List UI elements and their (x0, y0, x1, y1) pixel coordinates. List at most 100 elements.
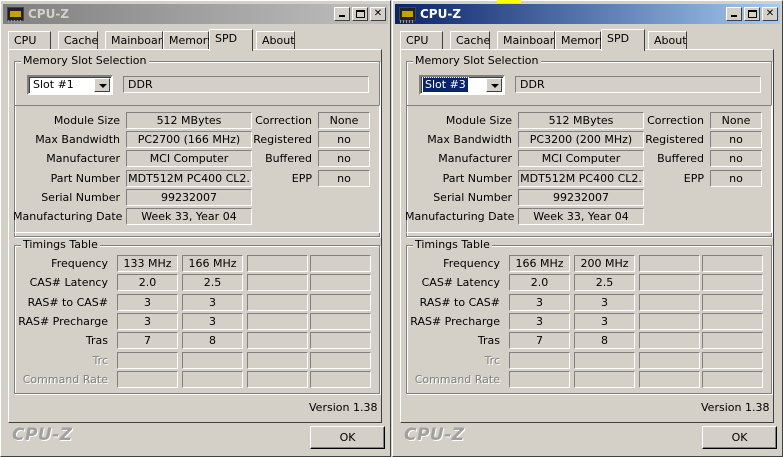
timing-label-trc: Trc (92, 354, 108, 367)
memory-slot-group-label: Memory Slot Selection (21, 54, 149, 67)
epp-label: EPP (291, 172, 312, 185)
manufacturer-value: MCI Computer (518, 150, 644, 167)
chevron-down-icon[interactable] (486, 78, 502, 92)
timing-label-tras: Tras (85, 334, 108, 347)
timing-cell (509, 352, 570, 369)
correction-label: Correction (255, 114, 312, 127)
timing-cell (310, 332, 371, 349)
timing-cell: 7 (509, 332, 570, 349)
timing-cell: 133 MHz (117, 255, 178, 272)
timing-cell: 7 (117, 332, 178, 349)
timing-cell: 3 (574, 313, 635, 330)
window-title: CPU-Z (420, 7, 462, 21)
timing-label-command-rate: Command Rate (414, 373, 500, 386)
chevron-down-icon[interactable] (94, 78, 110, 92)
timing-cell: 3 (509, 294, 570, 311)
tab-about[interactable]: About (256, 31, 295, 50)
epp-label: EPP (683, 172, 704, 185)
tab-cpu[interactable]: CPU (400, 31, 443, 50)
timing-cell: 8 (182, 332, 243, 349)
cpuz-window-right: CPU-Z ✕ CPU Cache Mainboard Memory SPD About Mem… (392, 0, 783, 457)
timing-cell (702, 274, 763, 291)
timing-cell (310, 274, 371, 291)
ok-button[interactable]: OK (310, 426, 385, 449)
timing-label-ras-precharge: RAS# Precharge (18, 315, 108, 328)
module-size-value: 512 MBytes (518, 112, 644, 129)
slot-select[interactable]: Slot #1 (27, 75, 113, 95)
timing-cell (247, 352, 308, 369)
timing-label-ras-to-cas: RAS# to CAS# (419, 296, 500, 309)
timing-label-cas-latency: CAS# Latency (29, 276, 108, 289)
module-size-label: Module Size (445, 114, 512, 127)
version-label: Version 1.38 (701, 401, 770, 414)
slot-select-value: Slot #3 (422, 77, 469, 93)
timing-cell (247, 255, 308, 272)
cpuz-app-icon[interactable] (399, 7, 416, 23)
registered-value: no (318, 131, 370, 148)
close-button[interactable]: ✕ (370, 7, 386, 21)
timing-cell (247, 332, 308, 349)
timing-cell (639, 255, 700, 272)
part-number-value: MDT512M PC400 CL2. (518, 170, 644, 187)
timing-cell (639, 274, 700, 291)
manufacturing-date-value: Week 33, Year 04 (518, 208, 644, 225)
timing-cell (574, 352, 635, 369)
tab-mainboard[interactable]: Mainboard (497, 31, 561, 50)
timing-cell: 3 (117, 294, 178, 311)
timing-label-tras: Tras (477, 334, 500, 347)
close-icon: ✕ (373, 8, 383, 19)
close-button[interactable]: ✕ (762, 7, 778, 21)
cpuz-app-icon[interactable] (7, 7, 24, 23)
timing-cell: 166 MHz (182, 255, 243, 272)
minimize-icon (339, 15, 345, 17)
tab-spd[interactable]: SPD (601, 29, 645, 51)
serial-number-label: Serial Number (41, 191, 120, 204)
minimize-button[interactable] (334, 7, 350, 21)
cpuz-window-left: CPU-Z ✕ CPU Cache Mainboard Memory SPD About Mem… (0, 0, 391, 457)
max-bandwidth-label: Max Bandwidth (35, 133, 120, 146)
timings-table-label: Timings Table (413, 238, 492, 251)
title-bar[interactable]: CPU-Z ✕ (3, 4, 388, 24)
maximize-icon (748, 10, 757, 18)
manufacturer-label: Manufacturer (46, 152, 120, 165)
serial-number-value: 99232007 (126, 189, 252, 206)
timing-label-cas-latency: CAS# Latency (421, 276, 500, 289)
buffered-value: no (710, 150, 762, 167)
background-strip (497, 0, 521, 3)
tab-cache[interactable]: Cache (450, 31, 490, 50)
timing-cell (702, 352, 763, 369)
timing-cell (310, 371, 371, 388)
tab-memory[interactable]: Memory (555, 31, 606, 50)
buffered-label: Buffered (657, 152, 704, 165)
tab-cpu[interactable]: CPU (8, 31, 51, 50)
minimize-button[interactable] (726, 7, 742, 21)
timing-cell (310, 313, 371, 330)
tab-spd[interactable]: SPD (209, 29, 253, 51)
epp-value: no (710, 170, 762, 187)
title-bar[interactable]: CPU-Z ✕ (395, 4, 780, 24)
timing-cell: 3 (182, 313, 243, 330)
maximize-button[interactable] (352, 7, 368, 21)
serial-number-value: 99232007 (518, 189, 644, 206)
cpuz-logo: CPU-Z (404, 425, 465, 445)
window-title: CPU-Z (28, 7, 70, 21)
timing-cell (639, 371, 700, 388)
tab-mainboard[interactable]: Mainboard (105, 31, 169, 50)
registered-label: Registered (645, 133, 704, 146)
timing-cell (639, 294, 700, 311)
module-size-value: 512 MBytes (126, 112, 252, 129)
ok-button[interactable]: OK (702, 426, 777, 449)
tab-cache[interactable]: Cache (58, 31, 98, 50)
manufacturing-date-label: Manufacturing Date (405, 210, 515, 223)
maximize-button[interactable] (744, 7, 760, 21)
close-icon: ✕ (765, 8, 775, 19)
manufacturing-date-value: Week 33, Year 04 (126, 208, 252, 225)
version-label: Version 1.38 (309, 401, 378, 414)
cpuz-logo: CPU-Z (12, 425, 73, 445)
tab-about[interactable]: About (648, 31, 687, 50)
timing-cell: 3 (117, 313, 178, 330)
slot-select[interactable]: Slot #3 (419, 75, 505, 95)
tab-memory[interactable]: Memory (163, 31, 214, 50)
timing-cell: 3 (509, 313, 570, 330)
manufacturer-value: MCI Computer (126, 150, 252, 167)
